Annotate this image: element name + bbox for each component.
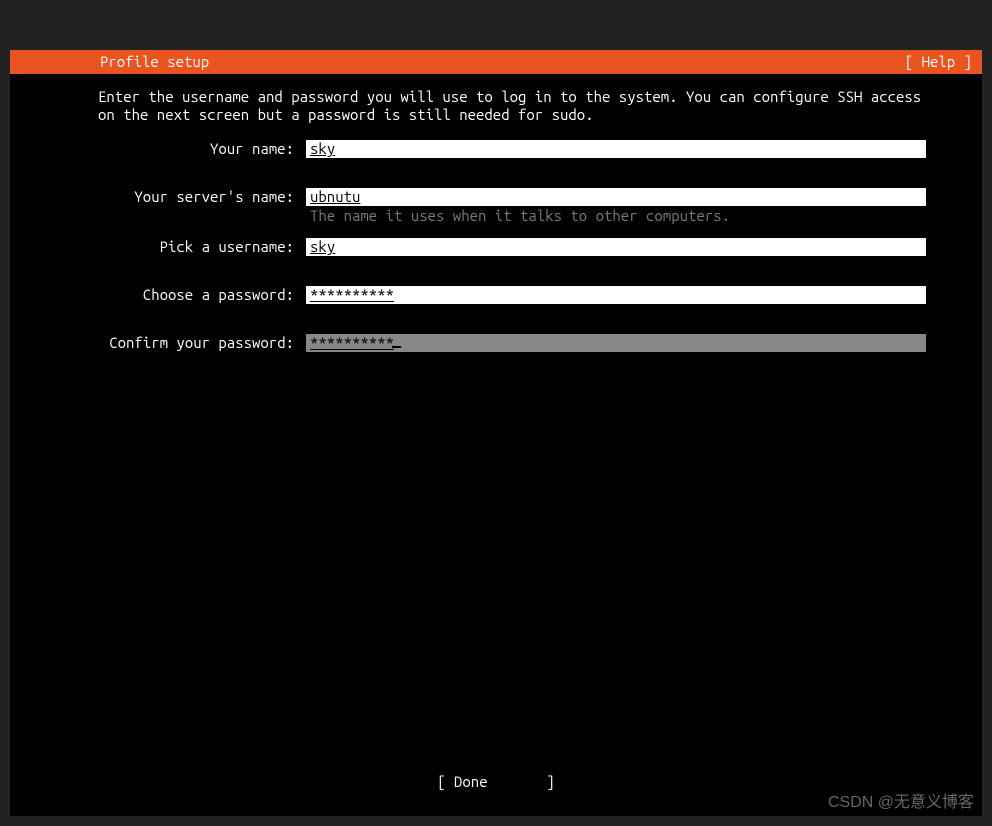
page-title: Profile setup bbox=[100, 53, 209, 71]
title-bar: Profile setup [ Help ] bbox=[10, 50, 982, 74]
label-username: Pick a username: bbox=[98, 238, 306, 255]
row-password: Choose a password: ********** bbox=[98, 286, 942, 304]
row-username: Pick a username: sky bbox=[98, 238, 942, 256]
hint-server-name: The name it uses when it talks to other … bbox=[306, 207, 926, 224]
watermark: CSDN @无意义博客 bbox=[828, 788, 974, 812]
input-username[interactable]: sky bbox=[306, 238, 926, 256]
row-confirm-password: Confirm your password: ********** bbox=[98, 334, 942, 352]
text-cursor bbox=[392, 346, 401, 348]
input-confirm-password[interactable]: ********** bbox=[306, 334, 926, 352]
instructions-text: Enter the username and password you will… bbox=[98, 88, 942, 124]
label-confirm-password: Confirm your password: bbox=[98, 334, 306, 351]
row-your-name: Your name: sky bbox=[98, 140, 942, 158]
help-button[interactable]: [ Help ] bbox=[905, 53, 972, 71]
input-your-name[interactable]: sky bbox=[306, 140, 926, 158]
row-server-name: Your server's name: ubnutu The name it u… bbox=[98, 188, 942, 224]
label-your-name: Your name: bbox=[98, 140, 306, 157]
installer-window: Profile setup [ Help ] Enter the usernam… bbox=[10, 50, 982, 816]
label-server-name: Your server's name: bbox=[98, 188, 306, 205]
content-area: Enter the username and password you will… bbox=[10, 74, 982, 773]
input-password[interactable]: ********** bbox=[306, 286, 926, 304]
input-server-name[interactable]: ubnutu bbox=[306, 188, 926, 206]
label-password: Choose a password: bbox=[98, 286, 306, 303]
